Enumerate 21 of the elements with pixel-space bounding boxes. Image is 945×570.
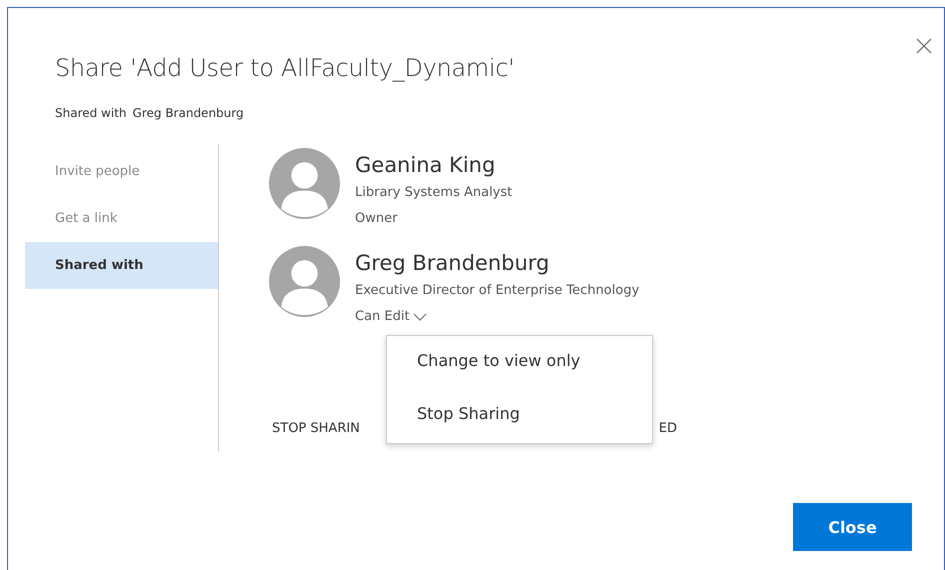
person-name: Greg Brandenburg (355, 250, 550, 277)
permission-dropdown[interactable]: Can Edit (355, 304, 640, 330)
shared-with-value: Greg Brandenburg (132, 106, 244, 120)
nav-item[interactable]: Get a link (25, 195, 218, 242)
dialog-title: Share 'Add User to AllFaculty_Dynamic' (55, 53, 516, 84)
menu-item[interactable]: Change to view only (387, 348, 652, 374)
person-title: Executive Director of Enterprise Technology (355, 282, 640, 300)
shared-with-label: Shared with (55, 106, 127, 120)
close-button[interactable]: Close (793, 503, 912, 551)
stop-sharing-text-end: ED (658, 421, 677, 436)
person-role: Owner (355, 210, 398, 228)
caret-icon (412, 313, 427, 321)
menu-item[interactable]: Stop Sharing (387, 401, 652, 427)
person-name: Geanina King (355, 152, 496, 179)
close-icon[interactable] (916, 38, 932, 54)
avatar-icon (269, 246, 340, 317)
person-title: Library Systems Analyst (355, 184, 512, 202)
nav-item[interactable]: Shared with (25, 242, 218, 289)
nav-item[interactable]: Invite people (25, 148, 218, 195)
stop-sharing-text: STOP SHARIN (272, 421, 360, 436)
avatar-icon (269, 148, 340, 219)
